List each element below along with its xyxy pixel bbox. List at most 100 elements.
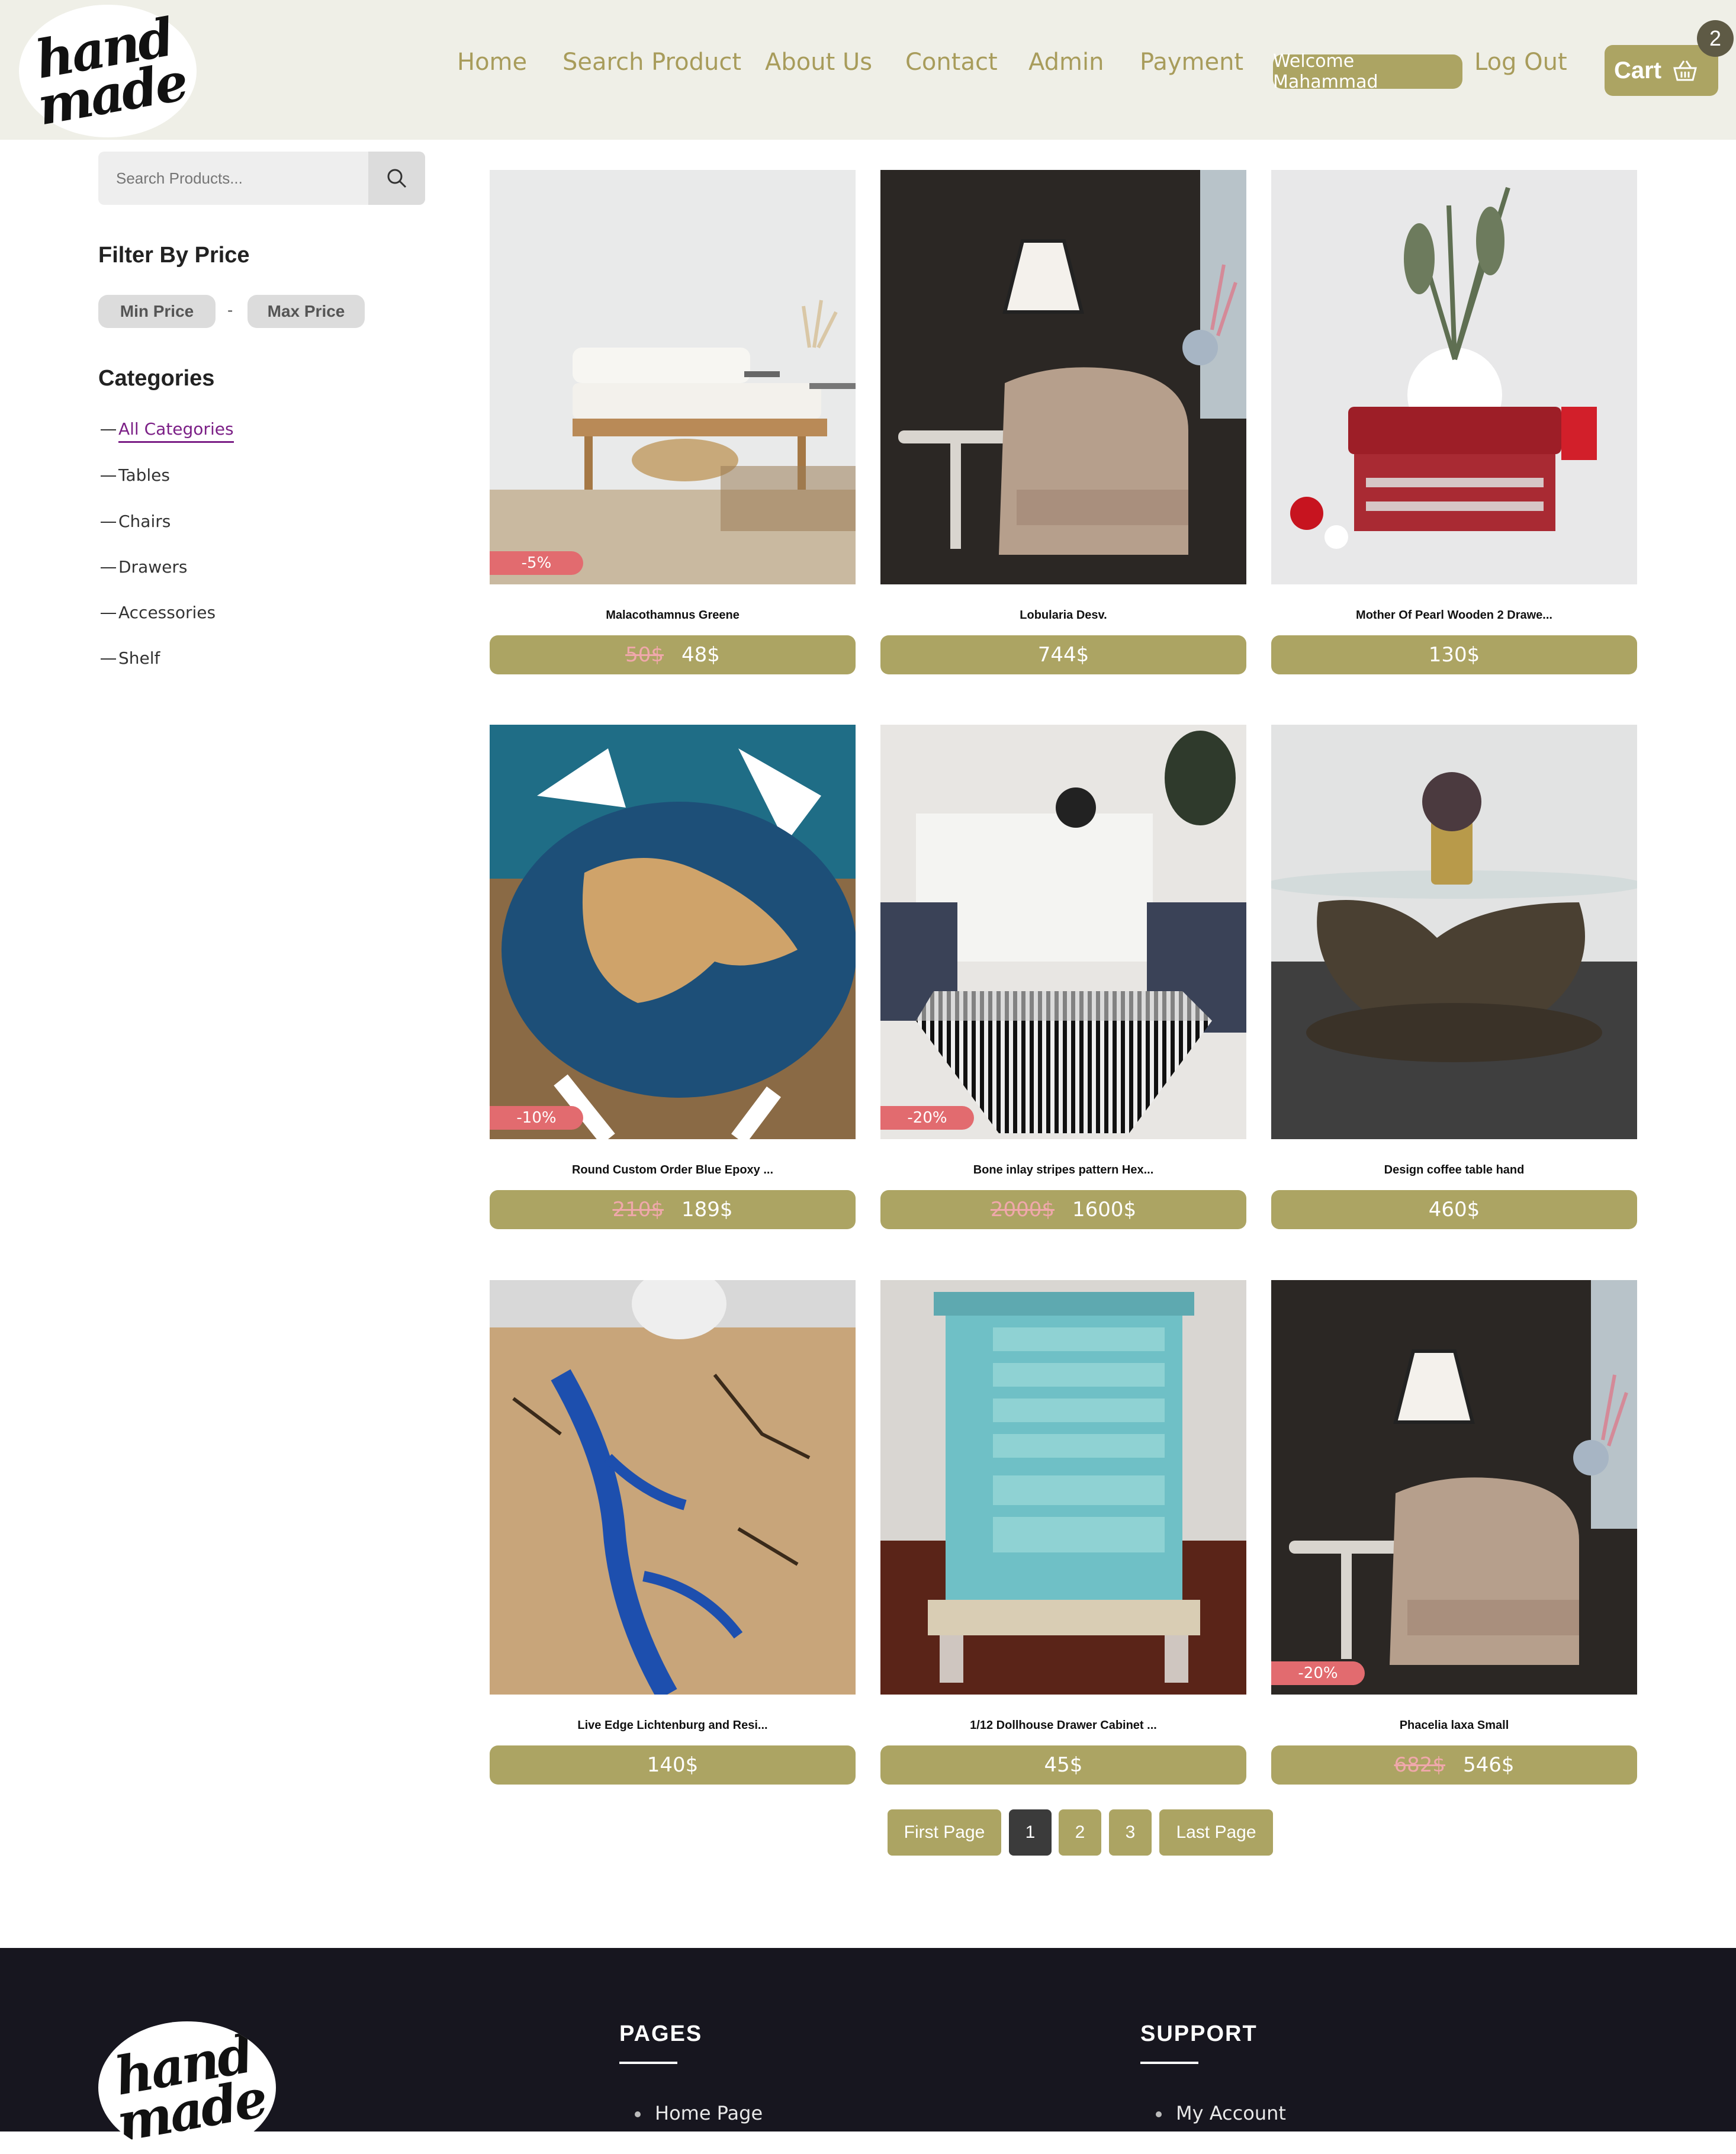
price: 130$: [1428, 643, 1480, 667]
dash-icon: [101, 613, 116, 614]
category-accessories[interactable]: Accessories: [101, 603, 216, 622]
product-price-button[interactable]: 45$: [880, 1745, 1246, 1785]
price: 140$: [647, 1753, 699, 1777]
welcome-badge: Welcome Mahammad: [1273, 51, 1462, 92]
footer-support-heading: SUPPORT: [1140, 2021, 1258, 2046]
cart-label: Cart: [1614, 57, 1662, 83]
product-image-epoxy-table[interactable]: -10%: [490, 725, 856, 1139]
product-image-sofa[interactable]: -5%: [490, 170, 856, 584]
product-price-button[interactable]: 50$ 48$: [490, 635, 856, 674]
product-price-button[interactable]: 744$: [880, 635, 1246, 674]
category-shelf[interactable]: Shelf: [101, 648, 160, 668]
price: 546$: [1463, 1753, 1515, 1777]
nav-search-product[interactable]: Search Product: [562, 49, 741, 76]
bullet-icon: [635, 2111, 641, 2117]
product-image-jewelry-box[interactable]: [1271, 170, 1637, 584]
old-price: 210$: [612, 1198, 664, 1221]
footer-divider: [1140, 2062, 1198, 2064]
discount-badge: -20%: [880, 1106, 974, 1130]
product-price-button[interactable]: 2000$ 1600$: [880, 1190, 1246, 1229]
dash-icon: [101, 522, 116, 523]
product-name[interactable]: Lobularia Desv.: [880, 609, 1246, 622]
product-price-button[interactable]: 130$: [1271, 635, 1637, 674]
logout-link[interactable]: Log Out: [1474, 49, 1567, 76]
price: 744$: [1037, 643, 1089, 667]
product-name[interactable]: Mother Of Pearl Wooden 2 Drawe...: [1271, 609, 1637, 622]
product-image-bone-inlay-table[interactable]: -20%: [880, 725, 1246, 1139]
old-price: 682$: [1394, 1753, 1445, 1777]
footer-logo[interactable]: hand made: [98, 2021, 276, 2154]
product-image-armchair-small[interactable]: -20%: [1271, 1280, 1637, 1695]
price: 45$: [1044, 1753, 1083, 1777]
product-price-button[interactable]: 460$: [1271, 1190, 1637, 1229]
logo-wordmark: hand made: [110, 2023, 270, 2154]
categories-heading: Categories: [98, 366, 215, 391]
page-2-button[interactable]: 2: [1059, 1809, 1101, 1856]
first-page-button[interactable]: First Page: [888, 1809, 1001, 1856]
max-price-button[interactable]: Max Price: [247, 295, 365, 328]
product-name[interactable]: Malacothamnus Greene: [490, 609, 856, 622]
cart-button[interactable]: Cart: [1605, 45, 1718, 96]
product-name[interactable]: Bone inlay stripes pattern Hex...: [880, 1163, 1246, 1177]
category-label: Shelf: [118, 648, 160, 668]
category-drawers[interactable]: Drawers: [101, 557, 187, 577]
search-input[interactable]: [98, 152, 368, 205]
price: 189$: [681, 1198, 733, 1221]
nav-contact[interactable]: Contact: [905, 49, 998, 76]
discount-badge: -20%: [1271, 1661, 1365, 1685]
category-label: Accessories: [118, 603, 216, 622]
filter-price-heading: Filter By Price: [98, 243, 250, 268]
price-separator: -: [227, 301, 233, 319]
product-price-button[interactable]: 140$: [490, 1745, 856, 1785]
product-name[interactable]: Round Custom Order Blue Epoxy ...: [490, 1163, 856, 1177]
bullet-icon: [1156, 2111, 1162, 2117]
dash-icon: [101, 475, 116, 477]
price: 1600$: [1072, 1198, 1137, 1221]
product-name[interactable]: Design coffee table hand: [1271, 1163, 1637, 1177]
product-image-armchair[interactable]: [880, 170, 1246, 584]
category-label: Drawers: [118, 557, 188, 577]
price: 460$: [1428, 1198, 1480, 1221]
category-chairs[interactable]: Chairs: [101, 512, 171, 531]
product-price-button[interactable]: 210$ 189$: [490, 1190, 856, 1229]
old-price: 50$: [625, 643, 664, 667]
old-price: 2000$: [990, 1198, 1055, 1221]
product-price-button[interactable]: 682$ 546$: [1271, 1745, 1637, 1785]
dash-icon: [101, 658, 116, 660]
page-3-button[interactable]: 3: [1109, 1809, 1152, 1856]
site-logo[interactable]: hand made: [19, 5, 197, 137]
nav-home[interactable]: Home: [457, 49, 527, 76]
footer-link-home[interactable]: Home Page: [635, 2102, 763, 2124]
category-label: All Categories: [118, 419, 234, 443]
nav-about-us[interactable]: About Us: [765, 49, 872, 76]
category-all[interactable]: All Categories: [101, 419, 234, 443]
nav-payment[interactable]: Payment: [1140, 49, 1243, 76]
logo-wordmark: hand made: [31, 6, 191, 137]
min-price-button[interactable]: Min Price: [98, 295, 216, 328]
dash-icon: [101, 429, 116, 430]
footer-pages-heading: PAGES: [619, 2021, 703, 2046]
cart-count-badge: 2: [1697, 20, 1734, 57]
discount-badge: -10%: [490, 1106, 583, 1130]
product-name[interactable]: Phacelia laxa Small: [1271, 1719, 1637, 1732]
nav-admin[interactable]: Admin: [1028, 49, 1104, 76]
dash-icon: [101, 567, 116, 568]
category-tables[interactable]: Tables: [101, 465, 170, 485]
search-button[interactable]: [368, 152, 425, 205]
product-name[interactable]: Live Edge Lichtenburg and Resi...: [490, 1719, 856, 1732]
product-image-live-edge[interactable]: [490, 1280, 856, 1695]
product-image-dollhouse-cabinet[interactable]: [880, 1280, 1246, 1695]
search-icon: [387, 168, 407, 188]
product-name[interactable]: 1/12 Dollhouse Drawer Cabinet ...: [880, 1719, 1246, 1732]
basket-icon: [1672, 59, 1698, 82]
discount-badge: -5%: [490, 551, 583, 575]
price: 48$: [681, 643, 720, 667]
product-image-hand-table[interactable]: [1271, 725, 1637, 1139]
footer-divider: [619, 2062, 677, 2064]
category-label: Tables: [118, 465, 170, 485]
footer-link-label: Home Page: [655, 2102, 763, 2124]
page-1-button[interactable]: 1: [1009, 1809, 1052, 1856]
last-page-button[interactable]: Last Page: [1159, 1809, 1273, 1856]
product-search: [98, 152, 425, 205]
footer-link-my-account[interactable]: My Account: [1156, 2102, 1286, 2124]
